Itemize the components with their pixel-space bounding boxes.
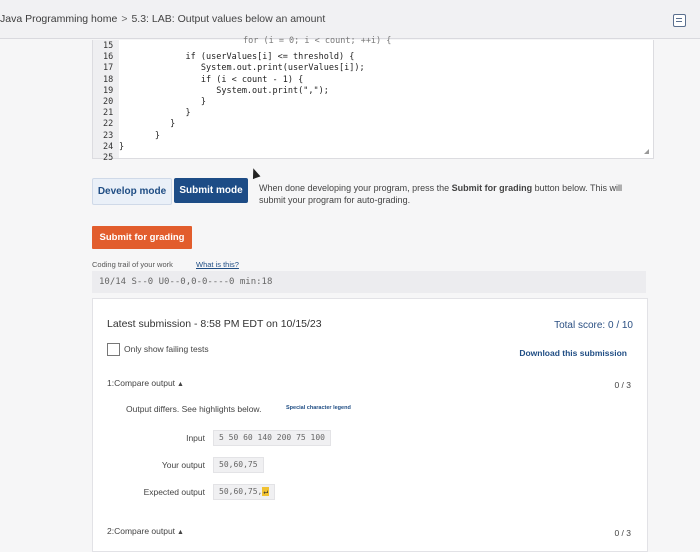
latest-submission-text: Latest submission - 8:58 PM EDT on 10/15… [107, 318, 322, 330]
test-2-toggle[interactable]: 2:Compare output ▲ [107, 526, 184, 536]
test-1-title: 1:Compare output [107, 378, 176, 388]
test-1-toggle[interactable]: 1:Compare output ▲ [107, 378, 184, 388]
line-numbers: 15 16 17 18 19 20 21 22 23 24 25 [103, 41, 114, 164]
mode-description: When done developing your program, press… [259, 182, 639, 206]
test-2-score: 0 / 3 [614, 528, 631, 538]
mode-note-bold: Submit for grading [451, 183, 533, 193]
your-output-label: Your output [161, 460, 205, 470]
expected-output-label: Expected output [143, 487, 205, 497]
what-is-this-link[interactable]: What is this? [196, 260, 239, 269]
output-differs-text: Output differs. See highlights below. [126, 404, 262, 414]
test-2-title: 2:Compare output [107, 526, 176, 536]
results-panel: Latest submission - 8:58 PM EDT on 10/15… [92, 298, 648, 552]
coding-trail-label: Coding trail of your work [92, 260, 173, 269]
submit-for-grading-button[interactable]: Submit for grading [92, 226, 192, 249]
resize-grip-icon[interactable] [644, 149, 649, 154]
expected-output-value: 50,60,75,↵ [213, 484, 276, 500]
code-editor[interactable]: 15 16 17 18 19 20 21 22 23 24 25 for (i … [92, 36, 654, 163]
input-value: 5 50 60 140 200 75 100 [213, 430, 331, 446]
chevron-up-icon: ▲ [177, 529, 184, 536]
breadcrumb-course-link[interactable]: Java Programming home [0, 13, 117, 25]
your-output-value: 50,60,75 [213, 457, 264, 473]
total-score: Total score: 0 / 10 [554, 320, 633, 331]
breadcrumb-current-page: 5.3: LAB: Output values below an amount [131, 13, 326, 25]
breadcrumb: Java Programming home >5.3: LAB: Output v… [0, 13, 325, 25]
mouse-cursor-icon [249, 166, 261, 180]
coding-trail-value: 10/14 S--0 U0--0,0-0----0 min:18 [92, 271, 646, 293]
submit-mode-button[interactable]: Submit mode [174, 178, 248, 203]
breadcrumb-separator: > [121, 13, 128, 25]
list-icon[interactable] [673, 14, 686, 27]
expected-output-text: 50,60,75, [219, 487, 263, 496]
mode-note-prefix: When done developing your program, press… [259, 183, 452, 193]
input-label: Input [186, 433, 205, 443]
only-failing-label[interactable]: Only show failing tests [124, 344, 209, 354]
newline-highlight-icon: ↵ [262, 487, 270, 496]
top-bar: Java Programming home >5.3: LAB: Output v… [0, 0, 700, 39]
download-submission-link[interactable]: Download this submission [519, 348, 627, 358]
special-character-legend-link[interactable]: Special character legend [286, 405, 351, 411]
chevron-up-icon: ▲ [177, 381, 184, 388]
test-1-score: 0 / 3 [614, 380, 631, 390]
only-failing-checkbox[interactable] [107, 343, 120, 356]
code-text[interactable]: if (userValues[i] <= threshold) { System… [119, 41, 365, 153]
develop-mode-button[interactable]: Develop mode [92, 178, 172, 205]
